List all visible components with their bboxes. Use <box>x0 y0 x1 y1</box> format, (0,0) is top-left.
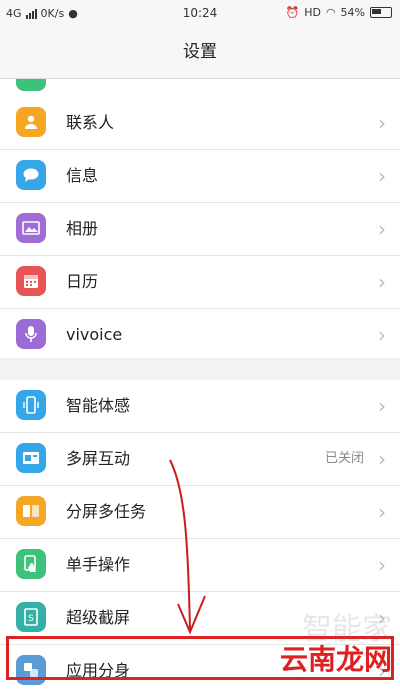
settings-section-1: 联系人 › 信息 › 相册 › 日历 › vivoice › <box>0 97 400 361</box>
setting-super-screenshot[interactable]: S 超级截屏 › <box>0 592 400 645</box>
setting-app-clone[interactable]: 应用分身 › <box>0 645 400 697</box>
chevron-right-icon: › <box>378 553 386 577</box>
chevron-right-icon: › <box>378 394 386 418</box>
setting-label: 单手操作 <box>66 555 131 574</box>
messages-icon <box>16 160 46 190</box>
setting-calendar[interactable]: 日历 › <box>0 256 400 309</box>
setting-multiscreen[interactable]: 多屏互动 已关闭 › <box>0 433 400 486</box>
section-divider <box>0 358 400 380</box>
microphone-icon <box>16 319 46 349</box>
page-title: 设置 <box>183 42 217 62</box>
phone-sensor-icon <box>16 390 46 420</box>
status-bar: 4G 0K/s ● 10:24 ⏰ HD ◠ 54% <box>0 0 400 28</box>
setting-status: 已关闭 <box>324 451 364 466</box>
setting-label: vivoice <box>66 325 123 344</box>
setting-one-hand[interactable]: 单手操作 › <box>0 539 400 592</box>
chevron-right-icon: › <box>378 270 386 294</box>
chevron-right-icon: › <box>378 217 386 241</box>
chevron-right-icon: › <box>378 111 386 135</box>
chevron-right-icon: › <box>378 500 386 524</box>
setting-label: 多屏互动 <box>66 449 131 468</box>
chevron-right-icon: › <box>378 164 386 188</box>
one-hand-icon <box>16 549 46 579</box>
setting-album[interactable]: 相册 › <box>0 203 400 256</box>
settings-section-2: 智能体感 › 多屏互动 已关闭 › 分屏多任务 › 单手操作 › S 超级截屏 … <box>0 380 400 697</box>
wifi-icon: ◠ <box>325 6 336 19</box>
calendar-icon <box>16 266 46 296</box>
setting-label: 智能体感 <box>66 396 131 415</box>
svg-text:S: S <box>28 614 34 624</box>
setting-contacts[interactable]: 联系人 › <box>0 97 400 150</box>
phone-icon <box>16 79 46 91</box>
setting-smart-motion[interactable]: 智能体感 › <box>0 380 400 433</box>
setting-messages[interactable]: 信息 › <box>0 150 400 203</box>
contacts-icon <box>16 107 46 137</box>
chevron-right-icon: › <box>378 606 386 630</box>
setting-vivoice[interactable]: vivoice › <box>0 309 400 361</box>
chevron-right-icon: › <box>378 659 386 683</box>
status-right: ⏰ HD ◠ 54% <box>285 6 392 19</box>
chevron-right-icon: › <box>378 323 386 347</box>
multiscreen-icon <box>16 443 46 473</box>
setting-label: 信息 <box>66 166 99 185</box>
setting-split-screen[interactable]: 分屏多任务 › <box>0 486 400 539</box>
chevron-right-icon: › <box>378 447 386 471</box>
screenshot-icon: S <box>16 602 46 632</box>
hd-indicator: HD <box>304 6 321 19</box>
setting-label: 相册 <box>66 219 99 238</box>
album-icon <box>16 213 46 243</box>
setting-label: 分屏多任务 <box>66 502 147 521</box>
setting-label: 超级截屏 <box>66 608 131 627</box>
battery-icon <box>370 7 392 18</box>
partial-row <box>0 79 400 97</box>
alarm-icon: ⏰ <box>285 6 300 19</box>
setting-label: 应用分身 <box>66 661 131 680</box>
split-screen-icon <box>16 496 46 526</box>
setting-label: 日历 <box>66 272 99 291</box>
title-bar: 设置 <box>0 28 400 79</box>
battery-level: 54% <box>340 6 365 19</box>
setting-label: 联系人 <box>66 113 115 132</box>
